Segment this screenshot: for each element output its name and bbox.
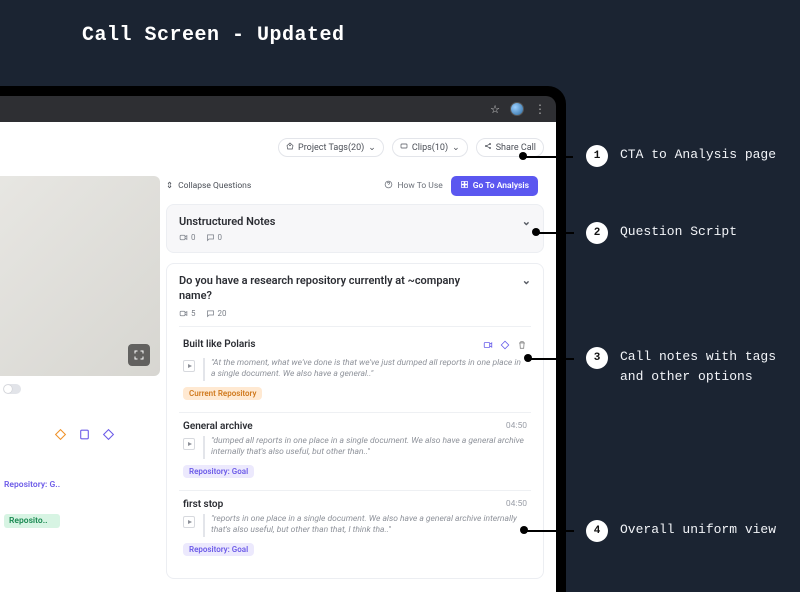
browser-chrome: ☆ ⋮ [0,96,556,122]
note-title: Built like Polaris [183,339,256,350]
top-actions: Project Tags(20) ⌄ Clips(10) ⌄ Share Cal… [278,138,544,157]
chevron-down-icon: ⌄ [368,143,376,153]
collapse-label: Collapse Questions [178,181,251,191]
call-note: Built like Polaris "At the moment, what … [179,326,531,412]
annotation-text: CTA to Analysis page [620,145,776,165]
profile-avatar[interactable] [510,102,524,116]
video-thumbnail[interactable] [0,176,160,376]
tag-icon[interactable] [500,335,510,354]
annotation-text: Call notes with tags and other options [620,347,780,386]
note-quote: "reports in one place in a single docume… [203,514,527,537]
device-frame: ☆ ⋮ Project Tags(20) ⌄ Clips(10) ⌄ Share… [0,86,566,592]
grid-icon [460,180,469,192]
annotation-dot [520,526,528,534]
annotation-layer: 1 CTA to Analysis page 2 Question Script… [540,0,800,592]
annotation-text: Question Script [620,222,737,242]
analysis-label: Go To Analysis [473,181,529,191]
analysis-toggle[interactable] [3,384,21,394]
annotation-text: Overall uniform view [620,520,776,540]
trash-icon[interactable] [517,335,527,354]
clips-button[interactable]: Clips(10) ⌄ [392,138,468,157]
note-title: first stop [183,499,223,510]
note-quote: "At the moment, what we've done is that … [203,358,527,381]
bookmark-star-icon[interactable]: ☆ [490,103,500,116]
tag-icon [286,142,294,153]
share-label: Share Call [496,143,536,153]
annotation-badge: 4 [586,520,608,542]
note-actions [483,335,527,354]
call-note: first stop 04:50 "reports in one place i… [179,490,531,568]
share-icon [484,142,492,153]
note-tag[interactable]: Repository: Goal [183,543,254,556]
note-timestamp: 04:50 [499,421,527,431]
page-title: Call Screen - Updated [82,24,345,47]
call-note: General archive 04:50 "dumped all report… [179,412,531,490]
questions-panel: ⇕ Collapse Questions How To Use Go To An… [166,176,544,592]
annotation-dot [519,152,527,160]
video-count: 0 [179,233,196,242]
note-icon[interactable] [76,426,92,442]
how-to-label: How To Use [397,181,442,191]
tag-filled-icon[interactable] [100,426,116,442]
clip-icon [400,142,408,153]
tag-tool-icons [52,426,116,442]
chevron-down-icon[interactable]: ⌄ [522,274,531,287]
video-icon[interactable] [483,335,493,354]
note-count: 20 [206,309,227,318]
annotation-dot [532,228,540,236]
chevron-down-icon[interactable]: ⌄ [522,215,531,228]
chevron-down-icon: ⌄ [452,143,460,153]
unstructured-notes-card[interactable]: Unstructured Notes ⌄ 0 0 [166,204,544,253]
project-tags-label: Project Tags(20) [298,143,364,153]
tag-outline-icon[interactable] [52,426,68,442]
help-icon [384,180,393,192]
project-tags-button[interactable]: Project Tags(20) ⌄ [278,138,384,157]
annotation-dot [524,354,532,362]
expand-video-button[interactable] [128,344,150,366]
play-button[interactable] [183,438,195,450]
left-tag-purple[interactable]: Repository: G.. [4,480,60,490]
share-call-button[interactable]: Share Call [476,138,544,157]
collapse-questions-button[interactable]: ⇕ Collapse Questions [166,181,251,191]
video-count: 5 [179,309,196,318]
play-button[interactable] [183,516,195,528]
note-timestamp: 04:50 [499,499,527,509]
how-to-use-button[interactable]: How To Use [384,180,442,192]
unstructured-title: Unstructured Notes [179,215,275,228]
annotation-badge: 3 [586,347,608,369]
play-button[interactable] [183,360,195,372]
app-screen: Project Tags(20) ⌄ Clips(10) ⌄ Share Cal… [0,122,556,592]
collapse-icon: ⇕ [166,181,173,191]
go-to-analysis-button[interactable]: Go To Analysis [451,176,538,196]
note-quote: "dumped all reports in one place in a si… [203,436,527,459]
annotation-badge: 2 [586,222,608,244]
note-tag[interactable]: Repository: Goal [183,465,254,478]
note-count: 0 [206,233,223,242]
note-tag[interactable]: Current Repository [183,387,262,400]
question-card: Do you have a research repository curren… [166,263,544,579]
left-tag-green[interactable]: Reposito.. [4,514,60,528]
analysis-toggle-row: ysis [0,384,21,394]
note-title: General archive [183,421,253,432]
question-title: Do you have a research repository curren… [179,274,479,304]
left-tag-list: Repository: G.. Reposito.. [4,480,60,528]
clips-label: Clips(10) [412,143,448,153]
annotation-badge: 1 [586,145,608,167]
